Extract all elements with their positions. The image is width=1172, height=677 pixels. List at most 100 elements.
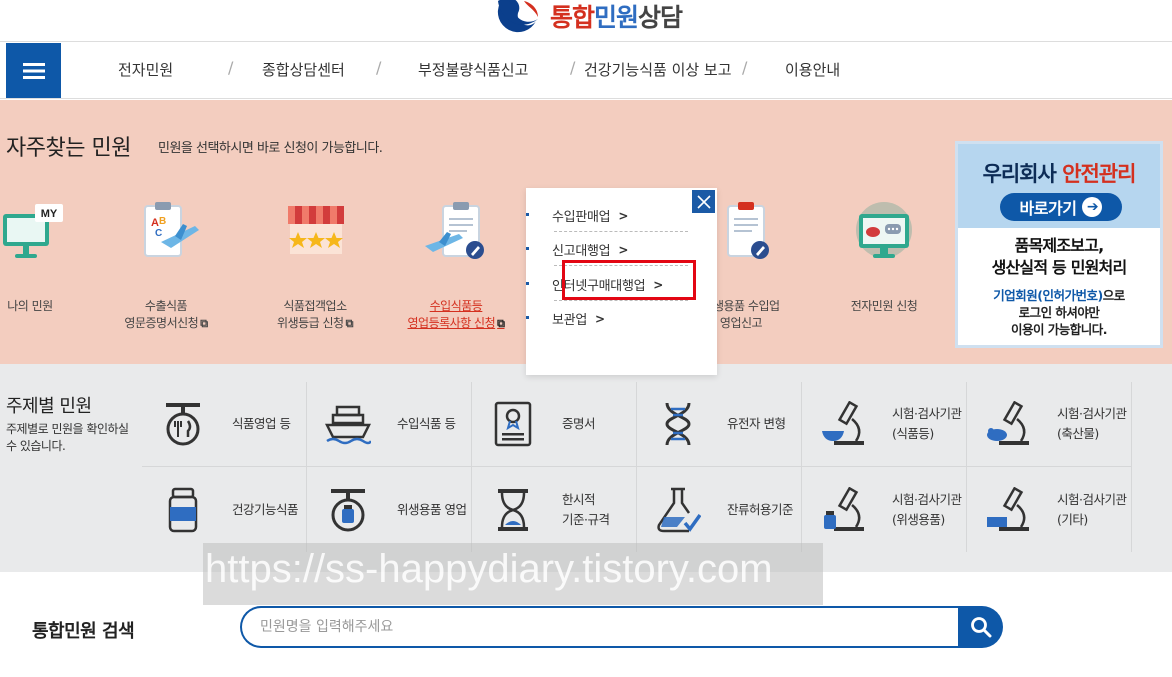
store-stars-icon <box>288 206 344 254</box>
logo-text-part1: 통합 <box>550 3 595 32</box>
label-line1: 수입식품등 <box>429 299 483 313</box>
label-line1: 수출식품 <box>144 299 188 313</box>
popup-item-import-sales[interactable]: 수입판매업 > <box>526 206 629 225</box>
topic-cell-lab-other[interactable]: 시험·검사기관 (기타) <box>967 467 1132 552</box>
frequent-item-my-civil[interactable]: MY 나의 민원 <box>0 200 105 315</box>
topic-title: 주제별 민원 <box>6 396 92 417</box>
popup-divider <box>554 231 688 232</box>
topic-cell-label: 잔류허용기준 <box>727 501 794 517</box>
company-safety-banner[interactable]: 우리회사 안전관리 바로가기 ➔ 품목제조보고, 생산실적 등 민원처리 기업회… <box>955 141 1163 348</box>
topic-cell-label: 유전자 변형 <box>727 416 786 431</box>
nav-item-e-civil[interactable]: 전자민원 <box>118 59 173 80</box>
topic-cell-residue-limit[interactable]: 잔류허용기준 <box>637 467 802 552</box>
chevron-right-icon: > <box>618 242 629 257</box>
topic-cell-label: 시험·검사기관 (기타) <box>1057 491 1127 527</box>
banner-go-button[interactable]: 바로가기 ➔ <box>1000 193 1122 221</box>
frequent-title: 자주찾는 민원 <box>6 136 131 161</box>
search-input[interactable] <box>240 606 960 648</box>
banner-header: 우리회사 안전관리 바로가기 ➔ <box>958 144 1160 228</box>
topic-cell-lab-livestock[interactable]: 시험·검사기관 (축산물) <box>967 382 1132 467</box>
frequent-item-label: 전자민원 신청 <box>809 298 959 315</box>
microscope-livestock-icon <box>987 401 1029 445</box>
topic-cell-label: 건강기능식품 <box>232 501 299 517</box>
label-line1: 나의 민원 <box>7 299 53 313</box>
topic-cell-lab-food[interactable]: 시험·검사기관 (식품등) <box>802 382 967 467</box>
popup-item-storage[interactable]: 보관업 > <box>526 309 605 328</box>
popup-item-report-agency[interactable]: 신고대행업 > <box>526 240 629 259</box>
microscope-other-icon <box>987 486 1029 531</box>
nav-separator: / <box>376 58 382 77</box>
watermark-text: https://ss-happydiary.tistory.com <box>205 547 773 591</box>
popup-divider <box>554 300 688 301</box>
frequent-item-label: 수입식품등 영업등록사항 신청 ⧉ <box>381 298 531 332</box>
food-business-icon <box>166 403 200 446</box>
topic-cell-label: 증명서 <box>562 416 596 431</box>
topic-cell-lab-hygiene[interactable]: 시험·검사기관 (위생용품) <box>802 467 967 552</box>
topic-cell-label: 시험·검사기관 (식품등) <box>892 406 962 441</box>
topic-cell-hygiene-business[interactable]: 위생용품 영업 <box>307 467 472 552</box>
banner-blue-text: 기업회원(인허가번호) <box>993 288 1103 303</box>
frequent-item-e-civil-apply[interactable]: 전자민원 신청 <box>809 200 959 315</box>
popup-item-label: 수입판매업 <box>552 210 611 225</box>
chevron-right-icon: > <box>618 208 629 223</box>
hourglass-icon <box>498 488 528 531</box>
watermark-overlay: https://ss-happydiary.tistory.com <box>203 543 823 605</box>
nav-separator: / <box>228 58 234 77</box>
bullet-icon <box>526 316 529 319</box>
hamburger-menu-button[interactable] <box>6 43 61 98</box>
banner-sub-text: 기업회원(인허가번호)으로 로그인 하셔야만 이용이 가능합니다. <box>958 287 1160 338</box>
my-monitor-icon: MY <box>3 204 63 258</box>
topic-cell-label: 수입식품 등 <box>397 416 456 431</box>
label-line2: 영업등록사항 신청 <box>407 316 496 330</box>
banner-go-label: 바로가기 <box>1019 199 1077 218</box>
external-link-icon: ⧉ <box>497 317 505 330</box>
external-link-icon: ⧉ <box>345 317 354 330</box>
main-nav: 전자민원 / 종합상담센터 / 부정불량식품신고 / 건강기능식품 이상 보고 … <box>0 42 1172 99</box>
topic-cell-gmo[interactable]: 유전자 변형 <box>637 382 802 467</box>
popup-close-button[interactable] <box>692 190 715 213</box>
frequent-description: 민원을 선택하시면 바로 신청이 가능합니다. <box>158 141 383 156</box>
certificate-icon <box>494 401 532 447</box>
search-label: 통합민원 검색 <box>32 621 135 642</box>
nav-item-consult-center[interactable]: 종합상담센터 <box>262 59 345 80</box>
frequent-item-export-cert[interactable]: A B C 수출식품 영문증명서신청 ⧉ <box>91 200 241 332</box>
nav-separator: / <box>570 58 576 77</box>
nav-item-usage-guide[interactable]: 이용안내 <box>785 59 840 80</box>
label-line1: 전자민원 신청 <box>850 299 918 313</box>
svg-text:MY: MY <box>41 208 58 220</box>
nav-item-health-food-report[interactable]: 건강기능식품 이상 보고 <box>584 59 732 80</box>
svg-text:C: C <box>155 228 162 239</box>
chevron-right-icon: > <box>594 311 605 326</box>
topic-cell-label: 한시적 기준·규격 <box>562 491 610 527</box>
popup-item-label: 신고대행업 <box>552 244 611 259</box>
frequent-item-import-registration[interactable]: 수입식품등 영업등록사항 신청 ⧉ <box>381 200 531 332</box>
bullet-icon <box>526 247 529 250</box>
external-link-icon: ⧉ <box>200 317 208 330</box>
banner-line: 로그인 하셔야만 <box>1018 305 1100 320</box>
site-logo[interactable]: 통합민원상담 <box>494 0 683 34</box>
frequent-item-hygiene-grade[interactable]: 식품접객업소 위생등급 신청 ⧉ <box>240 200 390 332</box>
svg-text:B: B <box>159 216 166 227</box>
import-business-popup: 수입판매업 > 신고대행업 > 인터넷구매대행업 > 보관업 > <box>526 188 717 375</box>
label-line2: 위생등급 신청 <box>277 316 344 330</box>
topic-cell-label: 시험·검사기관 (축산물) <box>1057 406 1127 441</box>
search-button[interactable] <box>958 606 1003 648</box>
banner-title-part2: 안전관리 <box>1062 162 1136 186</box>
import-ship-icon <box>325 405 371 445</box>
supplement-bottle-icon <box>168 487 198 532</box>
topic-description: 주제별로 민원을 확인하실 수 있습니다. <box>6 422 129 453</box>
topic-cell-imported-food[interactable]: 수입식품 등 <box>307 382 472 467</box>
topic-section: 주제별 민원 주제별로 민원을 확인하실 수 있습니다. 식품영업 등 수입식품… <box>0 364 1172 572</box>
banner-line: 으로 <box>1102 288 1126 303</box>
topic-cell-temporary-standard[interactable]: 한시적 기준·규격 <box>472 467 637 552</box>
hamburger-icon <box>22 62 45 79</box>
topic-cell-food-business[interactable]: 식품영업 등 <box>142 382 307 467</box>
nav-item-bad-food-report[interactable]: 부정불량식품신고 <box>418 59 528 80</box>
banner-line: 생산실적 등 민원처리 <box>991 258 1128 277</box>
banner-main-text: 품목제조보고, 생산실적 등 민원처리 <box>958 235 1160 279</box>
topic-cell-certificate[interactable]: 증명서 <box>472 382 637 467</box>
topic-cell-health-food[interactable]: 건강기능식품 <box>142 467 307 552</box>
label-line2: 영업신고 <box>719 316 763 330</box>
monitor-chat-icon <box>856 202 912 258</box>
taegeuk-emblem-icon <box>497 0 538 33</box>
